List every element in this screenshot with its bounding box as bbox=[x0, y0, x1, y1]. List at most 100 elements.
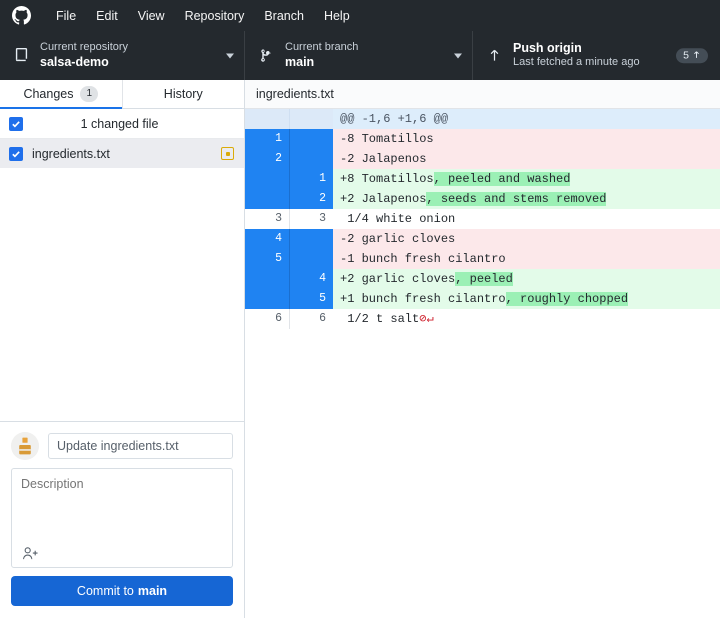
diff-row[interactable]: 33 1/4 white onion bbox=[245, 209, 720, 229]
diff-new-line-number[interactable] bbox=[289, 149, 333, 169]
diff-row[interactable]: 2 -2 Jalapenos bbox=[245, 149, 720, 169]
tab-history-label: History bbox=[163, 87, 203, 101]
arrow-up-icon bbox=[692, 50, 701, 62]
diff-row[interactable]: @@ -1,6 +1,6 @@ bbox=[245, 109, 720, 129]
diff-row[interactable]: 2 +2 Jalapenos, seeds and stems removed bbox=[245, 189, 720, 209]
changed-files-count-label: 1 changed file bbox=[80, 116, 159, 131]
diff-line-text: 1/4 white onion bbox=[333, 209, 720, 229]
diff-new-line-number[interactable] bbox=[289, 229, 333, 249]
push-origin-button[interactable]: Push origin Last fetched a minute ago 5 bbox=[473, 31, 720, 80]
diff-old-line-number[interactable] bbox=[245, 289, 289, 309]
user-avatar-placeholder-icon bbox=[11, 432, 39, 460]
menu-item-repository[interactable]: Repository bbox=[175, 5, 255, 27]
diff-new-line-number[interactable]: 3 bbox=[289, 209, 333, 229]
diff-line-text: +2 garlic cloves, peeled bbox=[333, 269, 720, 289]
diff-old-line-number[interactable]: 3 bbox=[245, 209, 289, 229]
list-item[interactable]: ingredients.txt bbox=[0, 139, 244, 168]
chevron-down-icon bbox=[454, 53, 462, 58]
diff-new-line-number[interactable]: 5 bbox=[289, 289, 333, 309]
diff-line-text: +8 Tomatillos, peeled and washed bbox=[333, 169, 720, 189]
diff-line-text: @@ -1,6 +1,6 @@ bbox=[333, 109, 720, 129]
diff-row[interactable]: 1 -8 Tomatillos bbox=[245, 129, 720, 149]
diff-row[interactable]: 5 +1 bunch fresh cilantro, roughly choppe… bbox=[245, 289, 720, 309]
commit-description-box bbox=[11, 468, 233, 568]
tab-changes-count: 1 bbox=[80, 86, 99, 102]
file-include-checkbox[interactable] bbox=[9, 146, 23, 161]
diff-line-text: +2 Jalapenos, seeds and stems removed bbox=[333, 189, 720, 209]
sidebar: Changes 1 History 1 changed file ingredi… bbox=[0, 80, 245, 618]
diff-row[interactable]: 66 1/2 t salt⊘↵ bbox=[245, 309, 720, 329]
modified-square-icon bbox=[221, 147, 234, 160]
main-body: Changes 1 History 1 changed file ingredi… bbox=[0, 80, 720, 618]
github-desktop-window: File Edit View Repository Branch Help Cu… bbox=[0, 0, 720, 618]
diff-row[interactable]: 1 +8 Tomatillos, peeled and washed bbox=[245, 169, 720, 189]
commit-form: Commit to main bbox=[0, 421, 244, 618]
diff-line-text: +1 bunch fresh cilantro, roughly chopped bbox=[333, 289, 720, 309]
current-repository-button[interactable]: Current repository salsa-demo bbox=[0, 31, 245, 80]
menu-item-file[interactable]: File bbox=[46, 5, 86, 27]
commit-summary-row bbox=[11, 432, 233, 460]
diff-new-line-number[interactable]: 1 bbox=[289, 169, 333, 189]
diff-new-line-number[interactable]: 2 bbox=[289, 189, 333, 209]
arrow-up-icon bbox=[483, 48, 505, 63]
diff-line-text: 1/2 t salt⊘↵ bbox=[333, 309, 720, 329]
diff-old-line-number[interactable]: 4 bbox=[245, 229, 289, 249]
diff-old-line-number[interactable] bbox=[245, 269, 289, 289]
github-mark-icon bbox=[10, 5, 32, 27]
diff-line-text: -2 garlic cloves bbox=[333, 229, 720, 249]
diff-pane: ingredients.txt @@ -1,6 +1,6 @@ 1 -8 Tomat… bbox=[245, 80, 720, 618]
tab-history[interactable]: History bbox=[123, 80, 245, 108]
diff-old-line-number[interactable]: 1 bbox=[245, 129, 289, 149]
diff-old-line-number[interactable]: 2 bbox=[245, 149, 289, 169]
diff-new-line-number[interactable]: 6 bbox=[289, 309, 333, 329]
diff-new-line-number[interactable] bbox=[289, 109, 333, 129]
repo-book-icon bbox=[10, 48, 32, 63]
menu-item-edit[interactable]: Edit bbox=[86, 5, 128, 27]
menu-item-help[interactable]: Help bbox=[314, 5, 360, 27]
commit-button-branch: main bbox=[137, 584, 168, 598]
diff-old-line-number[interactable]: 5 bbox=[245, 249, 289, 269]
current-repository-label: Current repository bbox=[40, 40, 129, 53]
diff-word-highlight: , seeds and stems removed bbox=[426, 192, 607, 206]
select-all-checkbox[interactable] bbox=[9, 116, 23, 131]
diff-rows-container[interactable]: @@ -1,6 +1,6 @@ 1 -8 Tomatillos 2 -2 Jalapen… bbox=[245, 109, 720, 618]
diff-word-highlight: , roughly chopped bbox=[505, 292, 629, 306]
tab-changes[interactable]: Changes 1 bbox=[0, 80, 123, 109]
diff-word-highlight: , peeled and washed bbox=[433, 172, 571, 186]
menu-item-view[interactable]: View bbox=[128, 5, 175, 27]
commit-summary-input[interactable] bbox=[48, 433, 233, 459]
git-branch-icon bbox=[255, 48, 277, 63]
push-origin-title: Push origin bbox=[513, 40, 582, 55]
push-origin-subtitle: Last fetched a minute ago bbox=[513, 56, 640, 69]
diff-row[interactable]: 5 -1 bunch fresh cilantro bbox=[245, 249, 720, 269]
current-repository-value: salsa-demo bbox=[40, 54, 109, 69]
diff-old-line-number[interactable] bbox=[245, 109, 289, 129]
diff-word-highlight: , peeled bbox=[455, 272, 513, 286]
sidebar-tabs: Changes 1 History bbox=[0, 80, 244, 109]
diff-new-line-number[interactable] bbox=[289, 129, 333, 149]
diff-row[interactable]: 4 +2 garlic cloves, peeled bbox=[245, 269, 720, 289]
tab-changes-label: Changes bbox=[23, 87, 74, 101]
diff-file-name: ingredients.txt bbox=[256, 87, 334, 101]
file-name-label: ingredients.txt bbox=[32, 146, 110, 161]
commit-description-input[interactable] bbox=[12, 469, 232, 567]
diff-old-line-number[interactable]: 6 bbox=[245, 309, 289, 329]
add-person-icon[interactable] bbox=[19, 544, 41, 562]
file-list-empty-space bbox=[0, 168, 244, 421]
diff-line-text: -1 bunch fresh cilantro bbox=[333, 249, 720, 269]
commit-button-prefix: Commit to bbox=[76, 584, 134, 598]
push-count-value: 5 bbox=[683, 49, 689, 62]
commit-button[interactable]: Commit to main bbox=[11, 576, 233, 606]
chevron-down-icon bbox=[226, 53, 234, 58]
menu-item-branch[interactable]: Branch bbox=[254, 5, 314, 27]
no-newline-marker-icon: ⊘↵ bbox=[419, 312, 434, 326]
diff-new-line-number[interactable]: 4 bbox=[289, 269, 333, 289]
diff-row[interactable]: 4 -2 garlic cloves bbox=[245, 229, 720, 249]
diff-old-line-number[interactable] bbox=[245, 189, 289, 209]
diff-new-line-number[interactable] bbox=[289, 249, 333, 269]
diff-old-line-number[interactable] bbox=[245, 169, 289, 189]
current-branch-button[interactable]: Current branch main bbox=[245, 31, 473, 80]
current-branch-value: main bbox=[285, 54, 315, 69]
diff-file-header: ingredients.txt bbox=[245, 80, 720, 109]
changed-files-header: 1 changed file bbox=[0, 109, 244, 139]
